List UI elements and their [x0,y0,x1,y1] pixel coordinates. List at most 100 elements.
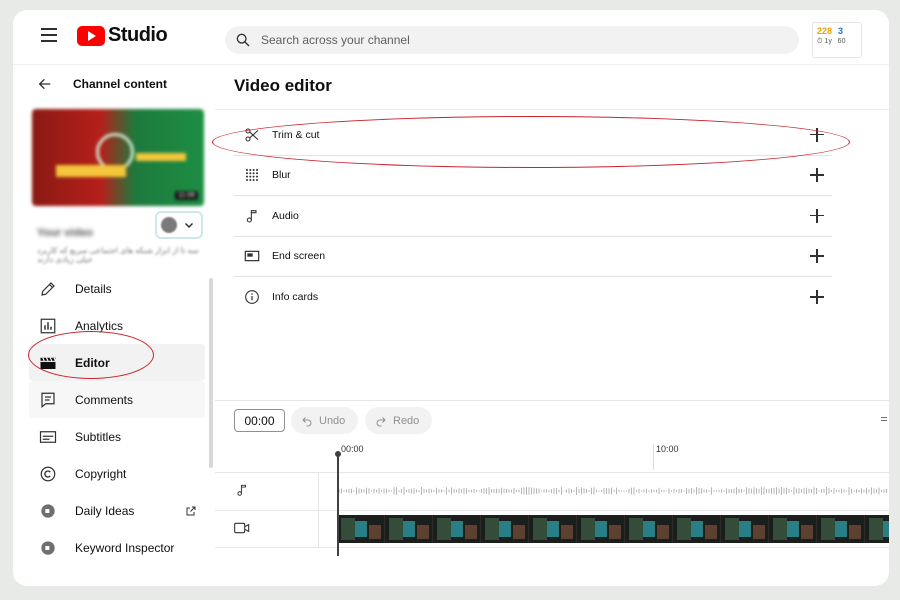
extension-icon [39,502,57,520]
audio-waveform[interactable] [339,484,889,498]
filmstrip-frame [721,515,769,543]
search-icon [236,33,250,47]
menu-icon[interactable] [41,28,57,42]
undo-icon [302,416,312,426]
tool-end-screen[interactable]: End screen [234,237,832,277]
add-icon[interactable] [810,208,824,223]
editor-tool-list: Trim & cut Blur Audio End screen Info ca [234,115,832,318]
logo-text: Studio [108,24,168,46]
search-bar[interactable] [225,26,799,54]
video-title: Your video [37,227,94,239]
tool-label: Blur [272,169,291,182]
filmstrip-frame [673,515,721,543]
sidebar-item-subtitles[interactable]: Subtitles [29,418,205,455]
sidebar-item-label: Daily Ideas [75,503,135,518]
sidebar-item-copyright[interactable]: Copyright [29,455,205,492]
drag-handle-icon[interactable] [881,417,887,421]
studio-logo[interactable]: Studio [77,24,168,47]
analytics-icon [39,317,57,335]
ruler-tick [653,444,654,470]
sidebar-item-label: Analytics [75,318,124,333]
top-bar: Studio 228 3 ⏱ 1y 60 [13,10,889,66]
video-filmstrip[interactable] [337,515,889,543]
filmstrip-frame [817,515,865,543]
ruler-label-start: 00:00 [341,444,364,454]
divider [215,547,889,548]
filmstrip-frame [337,515,385,543]
tool-trim-cut[interactable]: Trim & cut [234,115,832,156]
back-to-channel-content[interactable]: Channel content [37,76,167,92]
tool-blur[interactable]: Blur [234,156,832,196]
visibility-icon [161,217,177,233]
clock-icon: ⏱ [817,38,823,45]
sidebar-scrollbar[interactable] [209,278,213,468]
stat-value-a: 228 [817,26,833,36]
info-icon [244,289,260,305]
video-thumbnail[interactable]: 11:06 [32,109,204,206]
add-icon[interactable] [810,168,824,183]
sidebar-item-label: Editor [75,355,110,370]
sidebar: Channel content 11:06 Your video سه تا ا… [13,66,215,586]
visibility-dropdown[interactable] [155,211,203,239]
filmstrip-frame [481,515,529,543]
sidebar-item-analytics[interactable]: Analytics [29,307,205,344]
video-subtitle: سه تا از ابزار شبکه های اجتماعی سریع که … [37,246,199,264]
sidebar-nav: Details Analytics Editor Comments Subtit… [29,270,205,566]
divider [215,109,889,110]
sidebar-item-editor[interactable]: Editor [29,344,205,381]
divider [215,472,889,473]
pencil-icon [39,280,57,298]
divider [318,472,319,548]
undo-label: Undo [319,414,346,427]
scissors-icon [244,127,260,143]
page-title: Video editor [234,76,332,95]
studio-window: Studio 228 3 ⏱ 1y 60 Channel content 11:0… [13,10,889,586]
filmstrip-frame [769,515,817,543]
blur-icon [244,167,260,183]
sidebar-item-label: Copyright [75,466,127,481]
redo-icon [376,416,386,426]
sidebar-item-label: Keyword Inspector [75,540,175,555]
comments-icon [39,391,57,409]
subtitles-icon [39,428,57,446]
sidebar-item-label: Subtitles [75,429,122,444]
sidebar-item-daily-ideas[interactable]: Daily Ideas [29,492,205,529]
extension-icon [39,539,57,557]
filmstrip-frame [385,515,433,543]
add-icon[interactable] [810,290,824,305]
tool-audio[interactable]: Audio [234,196,832,237]
filmstrip-frame [625,515,673,543]
video-camera-icon [234,521,250,540]
arrow-back-icon [38,78,51,90]
chevron-down-icon [184,222,194,229]
extension-stats-card[interactable]: 228 3 ⏱ 1y 60 [812,22,862,58]
stat-age: 1y [824,38,832,45]
ruler-label-10min: 10:00 [656,444,679,454]
tool-label: End screen [272,250,326,263]
undo-button[interactable]: Undo [291,407,358,434]
divider [215,510,889,511]
tool-info-cards[interactable]: Info cards [234,277,832,318]
playhead[interactable] [337,454,339,556]
video-duration: 11:06 [175,191,198,200]
add-icon[interactable] [810,127,824,142]
divider [215,400,889,401]
end-screen-icon [244,248,260,264]
redo-label: Redo [393,414,420,427]
clapperboard-icon [39,354,57,372]
sidebar-item-comments[interactable]: Comments [29,381,205,418]
filmstrip-frame [865,515,889,543]
add-icon[interactable] [810,249,824,264]
search-input[interactable] [261,33,761,47]
current-time-field[interactable]: 00:00 [234,409,285,432]
filmstrip-frame [529,515,577,543]
sidebar-item-keyword-inspector[interactable]: Keyword Inspector [29,529,205,566]
stat-count: 60 [837,38,846,45]
tool-label: Trim & cut [272,128,320,141]
redo-button[interactable]: Redo [365,407,432,434]
divider [13,64,889,65]
sidebar-item-details[interactable]: Details [29,270,205,307]
back-label: Channel content [73,77,168,91]
tool-label: Audio [272,209,299,222]
sidebar-item-label: Details [75,281,112,296]
